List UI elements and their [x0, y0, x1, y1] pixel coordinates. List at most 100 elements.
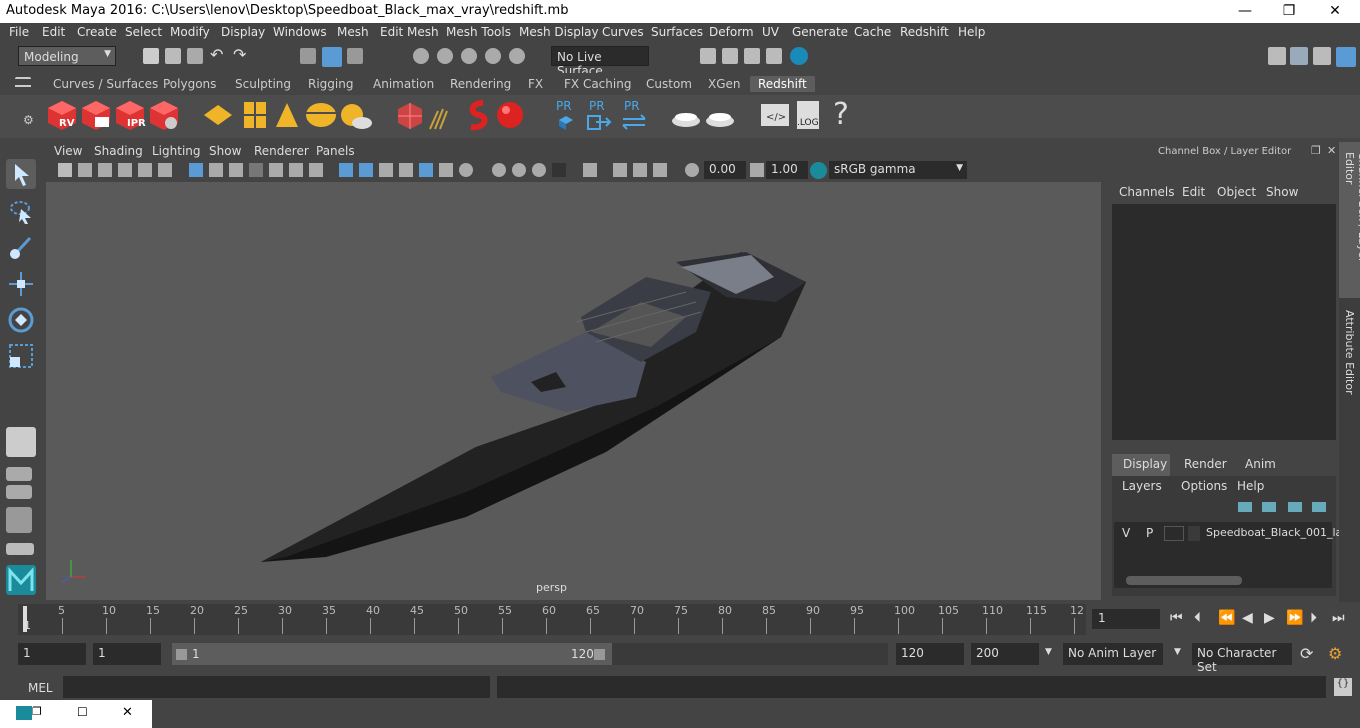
- menu-surfaces[interactable]: Surfaces: [651, 25, 703, 39]
- resolution-gate-icon[interactable]: [229, 163, 243, 177]
- range-start-handle[interactable]: [176, 649, 187, 660]
- sphere-material-icon[interactable]: [495, 99, 525, 131]
- maya-window-icon[interactable]: [16, 706, 32, 720]
- perspective-viewport[interactable]: persp: [46, 182, 1101, 600]
- use-lights-icon[interactable]: [419, 163, 433, 177]
- step-back-key-icon[interactable]: ⏪: [1218, 610, 1235, 626]
- exposure-field[interactable]: 0.00: [704, 161, 746, 179]
- image-plane-icon[interactable]: [118, 163, 132, 177]
- tab-animation[interactable]: Animation: [365, 76, 442, 92]
- character-set-field[interactable]: No Character Set: [1192, 643, 1292, 674]
- portal-light-icon[interactable]: [240, 99, 270, 131]
- vp-menu-view[interactable]: View: [54, 144, 82, 158]
- render-view-icon[interactable]: [700, 48, 716, 64]
- camera-attributes-icon[interactable]: [78, 163, 92, 177]
- menu-mesh-display[interactable]: Mesh Display: [519, 25, 599, 39]
- play-backward-icon[interactable]: ◀: [1242, 610, 1253, 626]
- render-frame-icon[interactable]: [722, 48, 738, 64]
- le-menu-layers[interactable]: Layers: [1122, 479, 1162, 493]
- lasso-tool-icon[interactable]: [6, 197, 36, 227]
- step-back-frame-icon[interactable]: ⏴: [1194, 610, 1201, 626]
- menu-mesh[interactable]: Mesh: [337, 25, 369, 39]
- list-item[interactable]: V P Speedboat_Black_001_la: [1116, 525, 1342, 543]
- menu-curves[interactable]: Curves: [602, 25, 644, 39]
- screen-space-ao-icon[interactable]: [459, 163, 473, 177]
- select-object-icon[interactable]: [322, 47, 342, 67]
- grease-pencil-icon[interactable]: [158, 163, 172, 177]
- depth-of-field-icon[interactable]: [532, 163, 546, 177]
- safe-title-icon[interactable]: [309, 163, 323, 177]
- menu-help[interactable]: Help: [958, 25, 985, 39]
- render-settings-cube-icon[interactable]: [149, 99, 179, 131]
- open-scene-icon[interactable]: [165, 48, 181, 64]
- help-icon[interactable]: ?: [833, 97, 863, 132]
- collapse-icon[interactable]: [6, 543, 34, 555]
- end-time-field[interactable]: 200: [971, 643, 1039, 665]
- outliner-layout-icon[interactable]: [6, 507, 32, 533]
- menu-cache[interactable]: Cache: [854, 25, 891, 39]
- menu-edit-mesh[interactable]: Edit Mesh: [380, 25, 439, 39]
- restore-icon[interactable]: ❐: [32, 705, 42, 718]
- range-end-handle[interactable]: [594, 649, 605, 660]
- xray-active-icon[interactable]: [613, 163, 627, 177]
- textured-icon[interactable]: [399, 163, 413, 177]
- menu-redshift[interactable]: Redshift: [900, 25, 949, 39]
- time-slider[interactable]: 1 5 10 15 20 25 30 35 40 45 50 55 60 65 70 75 80 85 90 95 1…: [18, 604, 1086, 635]
- save-scene-icon[interactable]: [187, 48, 203, 64]
- current-frame-field[interactable]: 1: [1092, 609, 1160, 629]
- attribute-editor-icon[interactable]: [1290, 47, 1308, 65]
- safe-action-icon[interactable]: [289, 163, 303, 177]
- auto-key-icon[interactable]: ⟳: [1300, 644, 1313, 663]
- layer-color-swatch[interactable]: [1188, 526, 1200, 541]
- wireframe-icon[interactable]: [339, 163, 353, 177]
- redo-icon[interactable]: ↷: [233, 47, 249, 64]
- shelf-menu-icon[interactable]: [15, 77, 31, 87]
- tab-rendering[interactable]: Rendering: [442, 76, 519, 92]
- script-editor-button-icon[interactable]: {}: [1334, 678, 1352, 696]
- menu-display[interactable]: Display: [221, 25, 265, 39]
- step-forward-key-icon[interactable]: ⏩: [1286, 610, 1303, 626]
- anim-layer-field[interactable]: No Anim Layer: [1063, 643, 1163, 665]
- volume-icon[interactable]: [463, 99, 493, 131]
- command-input[interactable]: [63, 676, 490, 698]
- two-pane-layout-icon[interactable]: [6, 485, 32, 499]
- tab-render[interactable]: Render: [1184, 457, 1227, 471]
- script-editor-icon[interactable]: </>: [760, 99, 790, 131]
- le-menu-help[interactable]: Help: [1237, 479, 1264, 493]
- close-panel-icon[interactable]: ✕: [1327, 144, 1336, 157]
- menu-select[interactable]: Select: [125, 25, 162, 39]
- snap-surface-icon[interactable]: [509, 48, 525, 64]
- channel-box-icon[interactable]: [1336, 47, 1356, 67]
- undo-icon[interactable]: ↶: [210, 47, 226, 64]
- vp-menu-panels[interactable]: Panels: [316, 144, 355, 158]
- exposure-icon[interactable]: [685, 163, 699, 177]
- le-menu-options[interactable]: Options: [1181, 479, 1227, 493]
- anti-aliasing-icon[interactable]: [512, 163, 526, 177]
- channel-list[interactable]: [1112, 204, 1336, 440]
- modeling-toolkit-icon[interactable]: [1268, 47, 1286, 65]
- menu-deform[interactable]: Deform: [709, 25, 754, 39]
- select-hierarchy-icon[interactable]: [300, 48, 316, 64]
- maya-logo-icon[interactable]: [6, 565, 36, 595]
- shelf-settings-icon[interactable]: ⚙: [23, 113, 34, 127]
- move-layer-down-icon[interactable]: [1262, 502, 1276, 512]
- menu-windows[interactable]: Windows: [273, 25, 327, 39]
- cb-menu-show[interactable]: Show: [1266, 185, 1298, 199]
- move-layer-up-icon[interactable]: [1238, 502, 1252, 512]
- playback-start-field[interactable]: 1: [93, 643, 161, 665]
- gate-mask-icon[interactable]: [249, 163, 263, 177]
- snap-point-icon[interactable]: [461, 48, 477, 64]
- wireframe-on-shaded-icon[interactable]: [379, 163, 393, 177]
- move-tool-icon[interactable]: [6, 269, 36, 299]
- shadows-icon[interactable]: [439, 163, 453, 177]
- snap-view-icon[interactable]: [485, 48, 501, 64]
- render-settings-icon[interactable]: [766, 48, 782, 64]
- color-management-icon[interactable]: [810, 162, 827, 179]
- playback-end-field[interactable]: 120: [896, 643, 964, 665]
- start-time-field[interactable]: 1: [18, 643, 86, 665]
- tab-curves-surfaces[interactable]: Curves / Surfaces: [45, 76, 166, 92]
- bookmark-icon[interactable]: [98, 163, 112, 177]
- new-scene-icon[interactable]: [143, 48, 159, 64]
- xray-joints-icon[interactable]: [633, 163, 647, 177]
- area-light-icon[interactable]: [203, 99, 233, 131]
